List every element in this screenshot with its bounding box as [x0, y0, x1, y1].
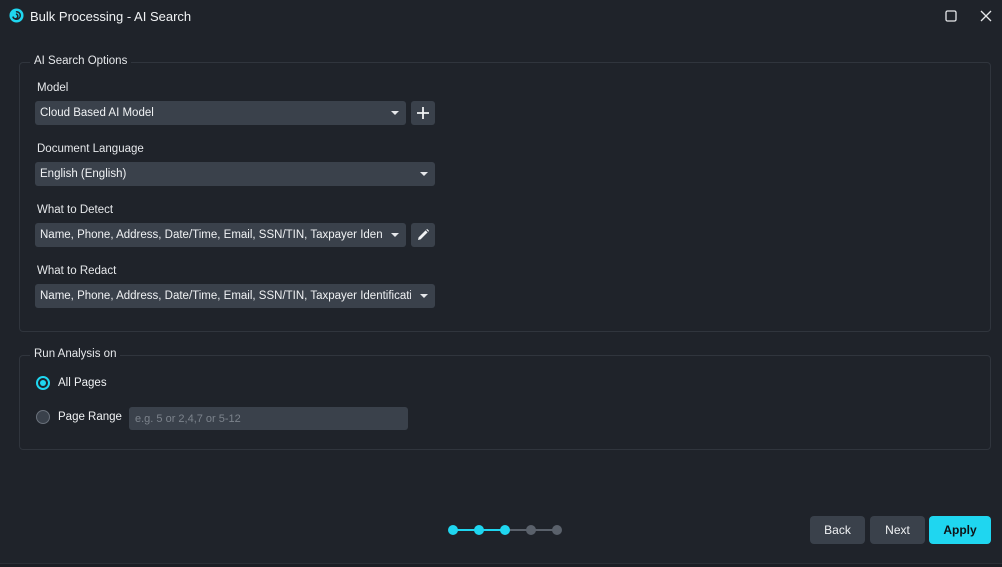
run-analysis-group: Run Analysis on	[19, 348, 991, 450]
step-dot-4	[526, 525, 536, 535]
model-dropdown[interactable]: Cloud Based AI Model	[35, 101, 406, 125]
ai-swirl-icon	[9, 8, 24, 23]
plus-icon	[417, 107, 429, 119]
all-pages-radio-option[interactable]: All Pages	[36, 376, 107, 390]
page-range-label: Page Range	[58, 411, 122, 423]
window-title: Bulk Processing - AI Search	[30, 9, 192, 24]
step-dot-3	[500, 525, 510, 535]
bottom-edge	[0, 563, 1002, 567]
step-dot-5	[552, 525, 562, 535]
what-to-detect-label: What to Detect	[37, 204, 114, 216]
what-to-redact-label: What to Redact	[37, 265, 117, 277]
all-pages-label: All Pages	[58, 377, 107, 389]
run-analysis-legend: Run Analysis on	[30, 348, 121, 360]
document-language-label: Document Language	[37, 143, 144, 155]
back-button[interactable]: Back	[810, 516, 865, 544]
bulk-processing-dialog: Bulk Processing - AI Search AI Search Op…	[0, 0, 1002, 567]
maximize-icon	[945, 10, 957, 22]
maximize-button[interactable]	[941, 6, 961, 26]
page-range-radio-option[interactable]: Page Range	[36, 410, 122, 424]
chevron-down-icon	[420, 172, 428, 176]
what-to-redact-dropdown[interactable]: Name, Phone, Address, Date/Time, Email, …	[35, 284, 435, 308]
what-to-redact-value: Name, Phone, Address, Date/Time, Email, …	[40, 290, 411, 302]
close-button[interactable]	[976, 6, 996, 26]
pencil-icon	[418, 228, 430, 240]
apply-button[interactable]: Apply	[929, 516, 991, 544]
chevron-down-icon	[420, 294, 428, 298]
title-bar: Bulk Processing - AI Search	[0, 0, 1002, 32]
what-to-detect-value: Name, Phone, Address, Date/Time, Email, …	[40, 229, 382, 241]
chevron-down-icon	[391, 111, 399, 115]
edit-detect-button[interactable]	[411, 223, 435, 247]
ai-search-options-legend: AI Search Options	[30, 55, 132, 67]
page-range-input[interactable]	[129, 407, 408, 430]
step-dot-2	[474, 525, 484, 535]
model-value: Cloud Based AI Model	[40, 107, 154, 119]
document-language-dropdown[interactable]: English (English)	[35, 162, 435, 186]
all-pages-radio[interactable]	[36, 376, 50, 390]
next-button[interactable]: Next	[870, 516, 925, 544]
progress-stepper	[447, 524, 567, 536]
model-label: Model	[37, 82, 69, 94]
chevron-down-icon	[391, 233, 399, 237]
close-icon	[980, 10, 992, 22]
document-language-value: English (English)	[40, 168, 127, 180]
step-dot-1	[448, 525, 458, 535]
what-to-detect-dropdown[interactable]: Name, Phone, Address, Date/Time, Email, …	[35, 223, 406, 247]
page-range-radio[interactable]	[36, 410, 50, 424]
add-model-button[interactable]	[411, 101, 435, 125]
